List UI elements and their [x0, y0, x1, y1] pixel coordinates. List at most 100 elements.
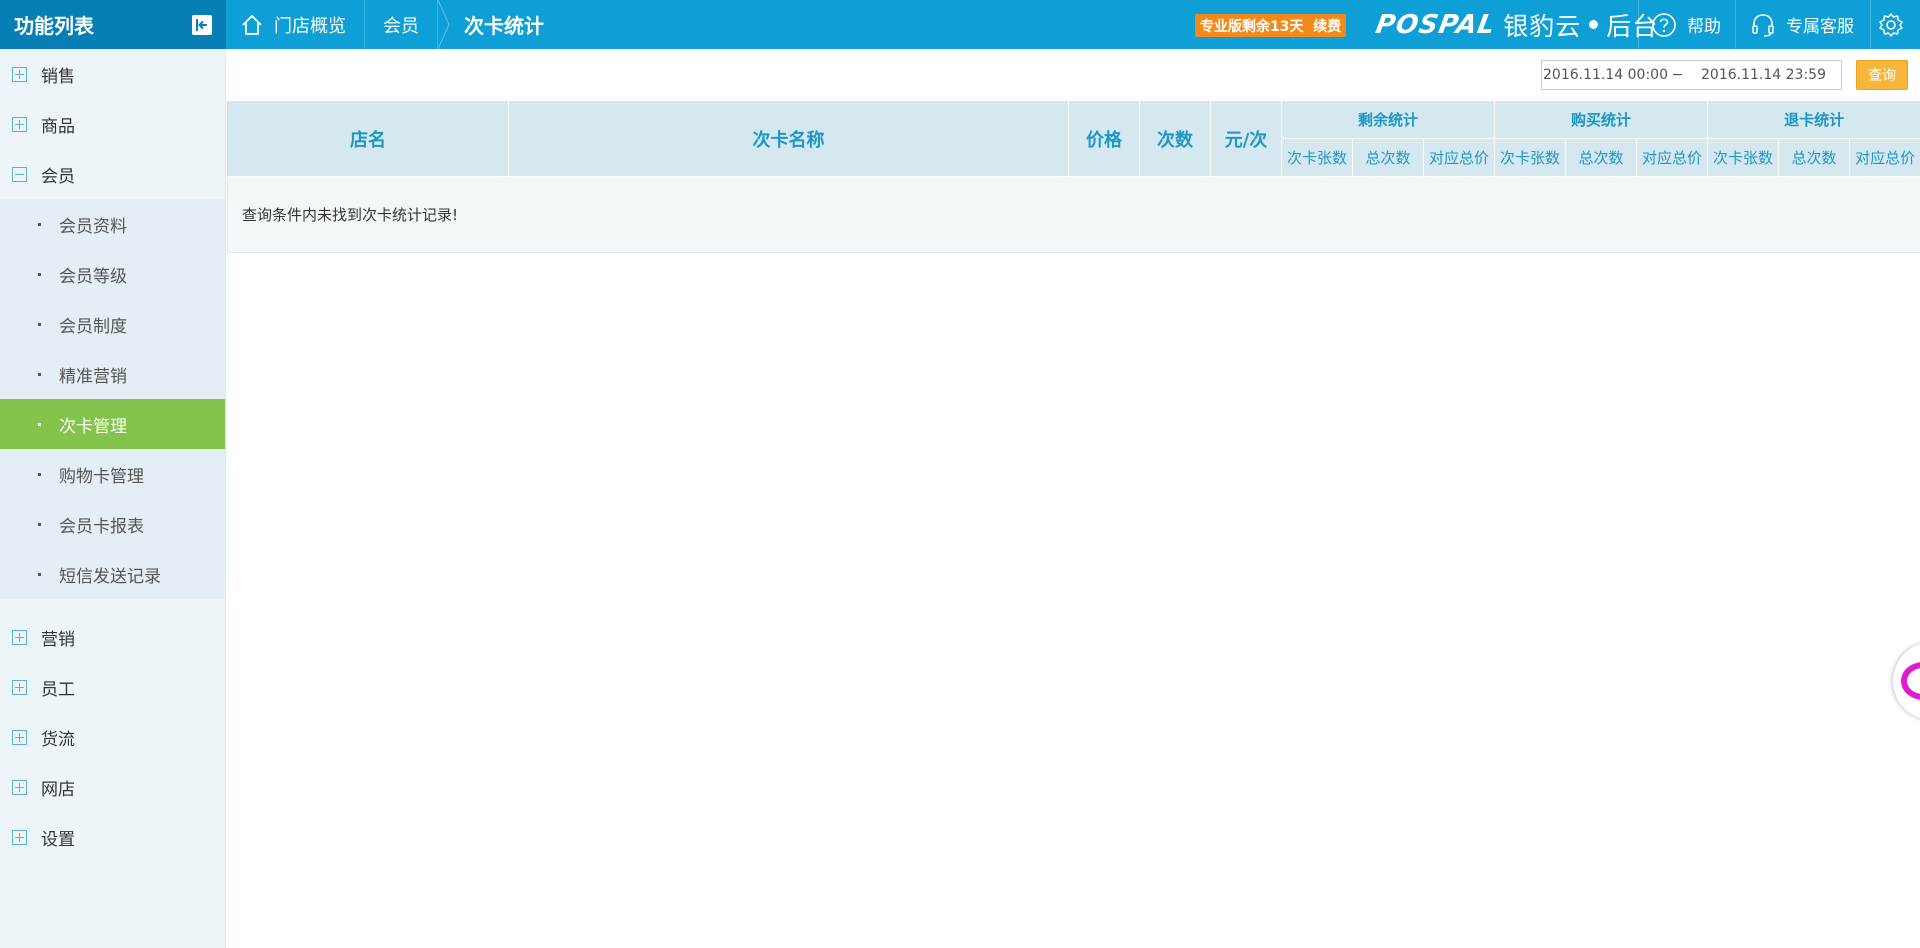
column-header-purchase-total-uses[interactable]: 总次数: [1565, 138, 1638, 177]
main-content: 2016.11.14 00:00 − 2016.11.14 23:59 查询 店…: [226, 49, 1920, 948]
expand-icon: [12, 779, 27, 795]
collapse-sidebar-icon[interactable]: [192, 15, 212, 35]
bullet-icon: [38, 322, 41, 326]
brand-cn: 银豹云: [1503, 11, 1582, 41]
page-title: 次卡统计: [464, 14, 544, 38]
count-card-stats-table: 店名 次卡名称 价格 次数 元/次 剩余统计 购买统计 退卡统计 次卡张数 总次…: [226, 100, 1920, 253]
expand-icon: [12, 679, 27, 695]
bullet-icon: [38, 272, 41, 276]
sidebar-item-label: 精准营销: [59, 366, 127, 387]
breadcrumb-separator-icon: [438, 0, 450, 49]
breadcrumb-home[interactable]: 门店概览: [226, 0, 365, 49]
column-header-remaining-total-price[interactable]: 对应总价: [1422, 138, 1496, 177]
column-header-remaining-total-uses[interactable]: 总次数: [1352, 138, 1424, 177]
trial-renew-badge[interactable]: 专业版剩余13天 续费: [1195, 14, 1347, 37]
customer-service-link[interactable]: 专属客服: [1735, 0, 1870, 49]
sidebar-item-precision-marketing[interactable]: 精准营销: [0, 349, 225, 399]
sidebar-group-online-store[interactable]: 网店: [0, 762, 225, 812]
column-header-card-name[interactable]: 次卡名称: [508, 100, 1069, 177]
column-group-purchase: 购买统计: [1494, 100, 1709, 139]
sidebar-group-label: 商品: [41, 116, 75, 137]
breadcrumb-member[interactable]: 会员: [365, 0, 438, 49]
expand-icon: [12, 729, 27, 745]
breadcrumb: 门店概览 会员 次卡统计: [226, 0, 562, 49]
breadcrumb-member-label: 会员: [383, 15, 419, 37]
help-link[interactable]: 帮助: [1638, 0, 1735, 49]
expand-icon: [12, 829, 27, 845]
expand-icon: [12, 66, 27, 82]
filter-bar: 2016.11.14 00:00 − 2016.11.14 23:59 查询: [227, 49, 1920, 100]
home-icon: [242, 14, 262, 35]
column-header-refund-total-price[interactable]: 对应总价: [1849, 138, 1920, 177]
column-header-refund-cards[interactable]: 次卡张数: [1707, 138, 1780, 177]
column-group-refund: 退卡统计: [1707, 100, 1920, 139]
sidebar-group-label: 营销: [41, 629, 75, 650]
bullet-icon: [38, 572, 41, 576]
bullet-icon: [38, 522, 41, 526]
brand-latin: POSPAL: [1373, 9, 1498, 40]
sidebar-item-member-profile[interactable]: 会员资料: [0, 199, 225, 249]
sidebar-group-logistics[interactable]: 货流: [0, 712, 225, 762]
sidebar-item-count-card-management[interactable]: 次卡管理: [0, 399, 225, 449]
column-header-count[interactable]: 次数: [1139, 100, 1211, 177]
sidebar-item-label: 会员卡报表: [59, 516, 144, 537]
sidebar-item-shopping-card-management[interactable]: 购物卡管理: [0, 449, 225, 499]
member-subnav: 会员资料 会员等级 会员制度 精准营销 次卡管理 购物卡管理 会员卡报表 短信发…: [0, 199, 225, 599]
menu-title-area: 功能列表: [0, 0, 226, 49]
bullet-icon: [38, 372, 41, 376]
end-date-field[interactable]: 2016.11.14 23:59: [1686, 67, 1841, 83]
sidebar: 销售 商品 会员 会员资料 会员等级 会员制度 精准营销 次卡管理 购物卡管理 …: [0, 49, 226, 948]
sidebar-group-products[interactable]: 商品: [0, 99, 225, 149]
date-range-picker[interactable]: 2016.11.14 00:00 − 2016.11.14 23:59: [1541, 60, 1842, 90]
brand-logo: POSPAL 银豹云 后台: [1373, 8, 1658, 41]
sidebar-item-member-card-report[interactable]: 会员卡报表: [0, 499, 225, 549]
service-label: 专属客服: [1786, 17, 1854, 37]
sidebar-item-sms-log[interactable]: 短信发送记录: [0, 549, 225, 599]
settings-button[interactable]: [1870, 0, 1920, 49]
sidebar-group-marketing[interactable]: 营销: [0, 612, 225, 662]
bullet-icon: [38, 422, 41, 426]
gear-icon: [1878, 12, 1903, 37]
sidebar-group-staff[interactable]: 员工: [0, 662, 225, 712]
bullet-icon: [38, 222, 41, 226]
column-header-remaining-cards[interactable]: 次卡张数: [1281, 138, 1353, 177]
table-row-empty: 查询条件内未找到次卡统计记录!: [226, 176, 1920, 253]
column-header-store[interactable]: 店名: [227, 100, 509, 177]
help-icon: [1652, 12, 1676, 37]
help-label: 帮助: [1687, 17, 1721, 37]
sidebar-group-members[interactable]: 会员: [0, 149, 225, 199]
sidebar-item-label: 购物卡管理: [59, 466, 144, 487]
date-separator: −: [1671, 67, 1684, 83]
expand-icon: [12, 116, 27, 132]
menu-title: 功能列表: [14, 14, 94, 38]
sidebar-group-label: 货流: [41, 729, 75, 750]
start-date-field[interactable]: 2016.11.14 00:00: [1542, 67, 1669, 83]
bullet-icon: [38, 472, 41, 476]
column-header-purchase-total-price[interactable]: 对应总价: [1636, 138, 1709, 177]
brand-dot: [1589, 20, 1599, 29]
top-bar: 功能列表 门店概览 会员 次卡统计 专业版剩余13天 续费 POSPAL 银豹云…: [0, 0, 1920, 49]
expand-icon: [12, 629, 27, 645]
sidebar-item-member-rules[interactable]: 会员制度: [0, 299, 225, 349]
assistant-ring-icon: [1901, 662, 1920, 700]
empty-message: 查询条件内未找到次卡统计记录!: [226, 176, 1920, 253]
column-header-refund-total-uses[interactable]: 总次数: [1778, 138, 1851, 177]
column-header-purchase-cards[interactable]: 次卡张数: [1494, 138, 1567, 177]
sidebar-group-label: 网店: [41, 779, 75, 800]
sidebar-group-settings[interactable]: 设置: [0, 812, 225, 862]
sidebar-item-member-levels[interactable]: 会员等级: [0, 249, 225, 299]
breadcrumb-current: 次卡统计: [438, 0, 562, 49]
sidebar-item-label: 会员资料: [59, 216, 127, 237]
sidebar-item-label: 短信发送记录: [59, 566, 161, 587]
collapse-icon: [12, 166, 27, 182]
sidebar-group-label: 设置: [41, 829, 75, 850]
sidebar-group-sales[interactable]: 销售: [0, 49, 225, 99]
sidebar-item-label: 会员制度: [59, 316, 127, 337]
sidebar-item-label: 次卡管理: [59, 416, 127, 437]
query-button[interactable]: 查询: [1856, 60, 1908, 90]
breadcrumb-home-label: 门店概览: [274, 15, 346, 37]
sidebar-group-label: 员工: [41, 679, 75, 700]
column-header-price-per-use[interactable]: 元/次: [1210, 100, 1282, 177]
column-header-price[interactable]: 价格: [1068, 100, 1140, 177]
